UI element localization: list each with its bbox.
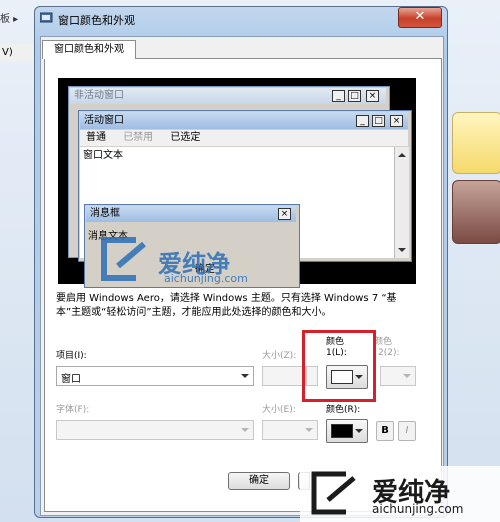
background-breadcrumb: 板 ▸ xyxy=(0,14,19,25)
color2-label-line2: 2(2): xyxy=(378,348,400,358)
item-select[interactable]: 窗口 xyxy=(56,366,254,386)
chevron-down-icon xyxy=(355,429,363,433)
bold-button[interactable]: B xyxy=(376,421,394,441)
background-theme-tile[interactable] xyxy=(452,112,500,174)
item-label: 项目(I): xyxy=(56,351,87,361)
item-select-value: 窗口 xyxy=(61,374,81,385)
inactive-close-icon: × xyxy=(366,90,379,102)
inactive-minimize-icon: _ xyxy=(332,90,345,102)
window-text: 窗口文本 xyxy=(83,150,123,161)
menu-normal[interactable]: 普通 xyxy=(86,132,106,143)
watermark-logo-icon xyxy=(101,237,146,281)
font-color-label: 颜色(R): xyxy=(326,405,361,415)
menu-selected[interactable]: 已选定 xyxy=(170,132,200,143)
active-window-menu: 普通 已禁用 已选定 xyxy=(80,130,408,146)
chevron-down-icon xyxy=(241,374,249,378)
italic-button[interactable]: I xyxy=(398,421,416,441)
chevron-down-icon xyxy=(403,374,411,378)
close-button[interactable]: ✕ xyxy=(398,7,442,28)
active-minimize-icon: _ xyxy=(356,115,369,127)
message-box-title: 消息框 xyxy=(86,206,296,222)
chevron-down-icon xyxy=(305,428,313,432)
active-maximize-icon: □ xyxy=(372,115,385,127)
font-size-label: 大小(E): xyxy=(262,405,296,415)
dialog-title: 窗口颜色和外观 xyxy=(58,14,135,27)
message-close-icon: × xyxy=(278,208,291,220)
window-color-icon xyxy=(40,12,53,23)
tab-window-color[interactable]: 窗口颜色和外观 xyxy=(42,40,136,59)
color2-label-line1: 颜色 xyxy=(374,337,393,347)
font-size-select[interactable] xyxy=(262,420,318,440)
font-color-swatch xyxy=(331,424,353,438)
font-label: 字体(F): xyxy=(56,405,90,415)
inactive-maximize-icon: □ xyxy=(348,90,361,102)
watermark-url: aichunjing.com xyxy=(164,272,248,285)
menu-disabled[interactable]: 已禁用 xyxy=(123,132,153,143)
watermark-logo-icon xyxy=(311,471,356,515)
size-input[interactable] xyxy=(262,366,306,386)
background-theme-tile[interactable] xyxy=(452,180,500,244)
watermark-url: aichunjing.com xyxy=(372,502,464,516)
font-select[interactable] xyxy=(56,420,254,440)
size-label: 大小(Z): xyxy=(262,351,297,361)
active-close-icon: × xyxy=(390,115,403,127)
highlight-box xyxy=(302,330,376,402)
ok-button[interactable]: 确定 xyxy=(228,472,290,490)
chevron-down-icon xyxy=(241,428,249,432)
scroll-down-icon[interactable] xyxy=(398,248,406,252)
preview-scrollbar[interactable] xyxy=(394,147,409,258)
font-color-picker-button[interactable] xyxy=(326,419,368,443)
scroll-up-icon[interactable] xyxy=(398,153,406,157)
color2-picker-button[interactable] xyxy=(380,366,416,386)
aero-info-text: 要启用 Windows Aero，请选择 Windows 主题。只有选择 Win… xyxy=(56,293,397,318)
